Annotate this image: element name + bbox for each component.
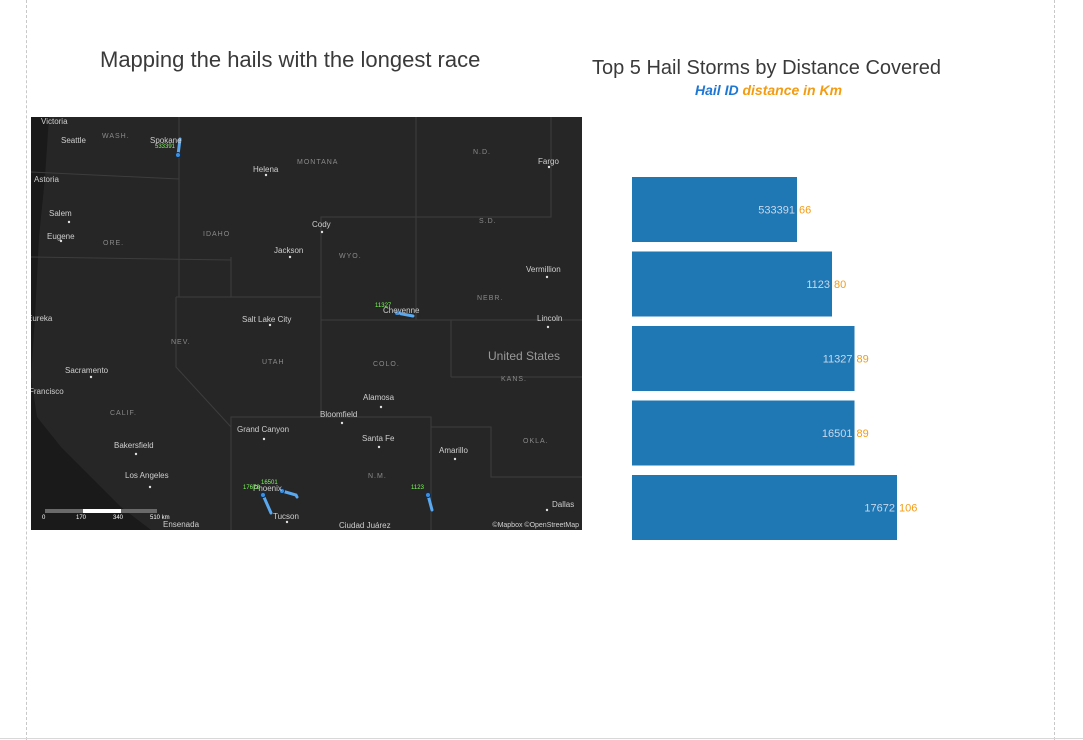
map-label-eugene: Eugene [47,232,75,241]
hail-marker-533391[interactable]: 533391 [155,144,175,150]
map-label-astoria: Astoria [34,175,59,184]
map-label-sacramento: Sacramento [65,366,109,375]
legend-hail-id: Hail ID [695,82,739,98]
map-label-nm: N.M. [368,473,387,480]
bar-chart: 533391 66 1123 80 11327 89 16501 89 17672 106 [632,177,917,540]
map-label-amarillo: Amarillo [439,446,468,455]
scale-label-340: 340 [113,515,124,521]
map-label-nev: NEV. [171,339,191,346]
bar-value-label-11327: 89 [857,354,869,366]
hail-marker-11327[interactable]: 11327 [375,303,391,309]
map-label-kans: KANS. [501,376,528,383]
map-label-helena: Helena [253,165,279,174]
legend-distance: distance in Km [742,82,843,98]
map-label-ciudad-juarez: Ciudad Juárez [339,521,391,530]
hail-marker-1123[interactable]: 1123 [411,485,424,491]
bar-value-label-533391: 66 [799,205,811,217]
map-label-cody: Cody [312,220,331,229]
map-label-montana: MONTANA [297,159,339,166]
map-label-wyo: WYO. [339,253,362,260]
bar-id-label-1123: 1123 [806,279,830,291]
bar-id-label-11327: 11327 [823,354,853,366]
map-background [31,117,582,530]
map-label-ensenada: Ensenada [163,520,200,529]
map-label-idaho: IDAHO [203,231,231,238]
map-label-fargo: Fargo [538,157,559,166]
map-label-dallas: Dallas [552,500,575,509]
scale-label-170: 170 [76,515,87,521]
hail-marker-16501[interactable]: 16501 [261,480,278,486]
right-border [1054,0,1055,740]
map-label-seattle: Seattle [61,136,86,145]
map-label-ore: ORE. [103,240,125,247]
chart-legend: Hail ID distance in Km [695,82,842,98]
map-label-victoria: Victoria [41,117,68,126]
map-label-colo: COLO. [373,361,400,368]
bar-11327[interactable] [632,326,855,391]
map-label-jackson: Jackson [274,246,304,255]
bar-id-label-533391: 533391 [758,205,795,217]
bottom-border [0,738,1083,739]
map-label-tucson: Tucson [273,512,299,521]
scale-label-510: 510 km [150,515,170,521]
map-label-los-angeles: Los Angeles [125,471,169,480]
map-label-salt-lake-city: Salt Lake City [242,315,292,324]
bar-id-label-17672: 17672 [864,503,895,515]
map-attribution[interactable]: ©Mapbox ©OpenStreetMap [492,522,579,529]
map-label-grand-canyon: Grand Canyon [237,425,290,434]
map-label-lincoln: Lincoln [537,314,563,323]
map-label-bloomfield: Bloomfield [320,410,358,419]
bar-value-label-1123: 80 [834,279,846,291]
map-label-calif: CALIF. [110,410,138,417]
hail-map[interactable]: Victoria Seattle WASH. Spokane Astoria S… [31,117,582,530]
chart-title: Top 5 Hail Storms by Distance Covered [592,57,942,79]
map-label-united-states: United States [488,349,561,363]
map-label-nebr: NEBR. [477,295,504,302]
map-label-vermillion: Vermillion [526,265,561,274]
map-label-utah: UTAH [262,359,285,366]
map-label-nd: N.D. [473,149,491,156]
left-border [26,0,27,740]
map-label-bakersfield: Bakersfield [114,441,154,450]
bar-id-label-16501: 16501 [822,428,853,440]
map-label-eureka: Eureka [31,314,53,323]
map-label-wash: WASH. [102,133,130,140]
map-label-francisco: Francisco [31,387,64,396]
map-title: Mapping the hails with the longest race [100,47,481,72]
map-label-santa-fe: Santa Fe [362,434,395,443]
map-label-sd: S.D. [479,218,497,225]
bar-value-label-17672: 106 [899,503,917,515]
map-label-alamosa: Alamosa [363,393,395,402]
bar-1123[interactable] [632,251,832,317]
bar-value-label-16501: 89 [857,428,869,440]
map-label-okla: OKLA. [523,438,549,445]
scale-label-0: 0 [42,515,46,521]
map-label-salem: Salem [49,209,72,218]
bar-17672[interactable] [632,475,897,540]
hail-marker-17672[interactable]: 17672 [243,485,260,491]
